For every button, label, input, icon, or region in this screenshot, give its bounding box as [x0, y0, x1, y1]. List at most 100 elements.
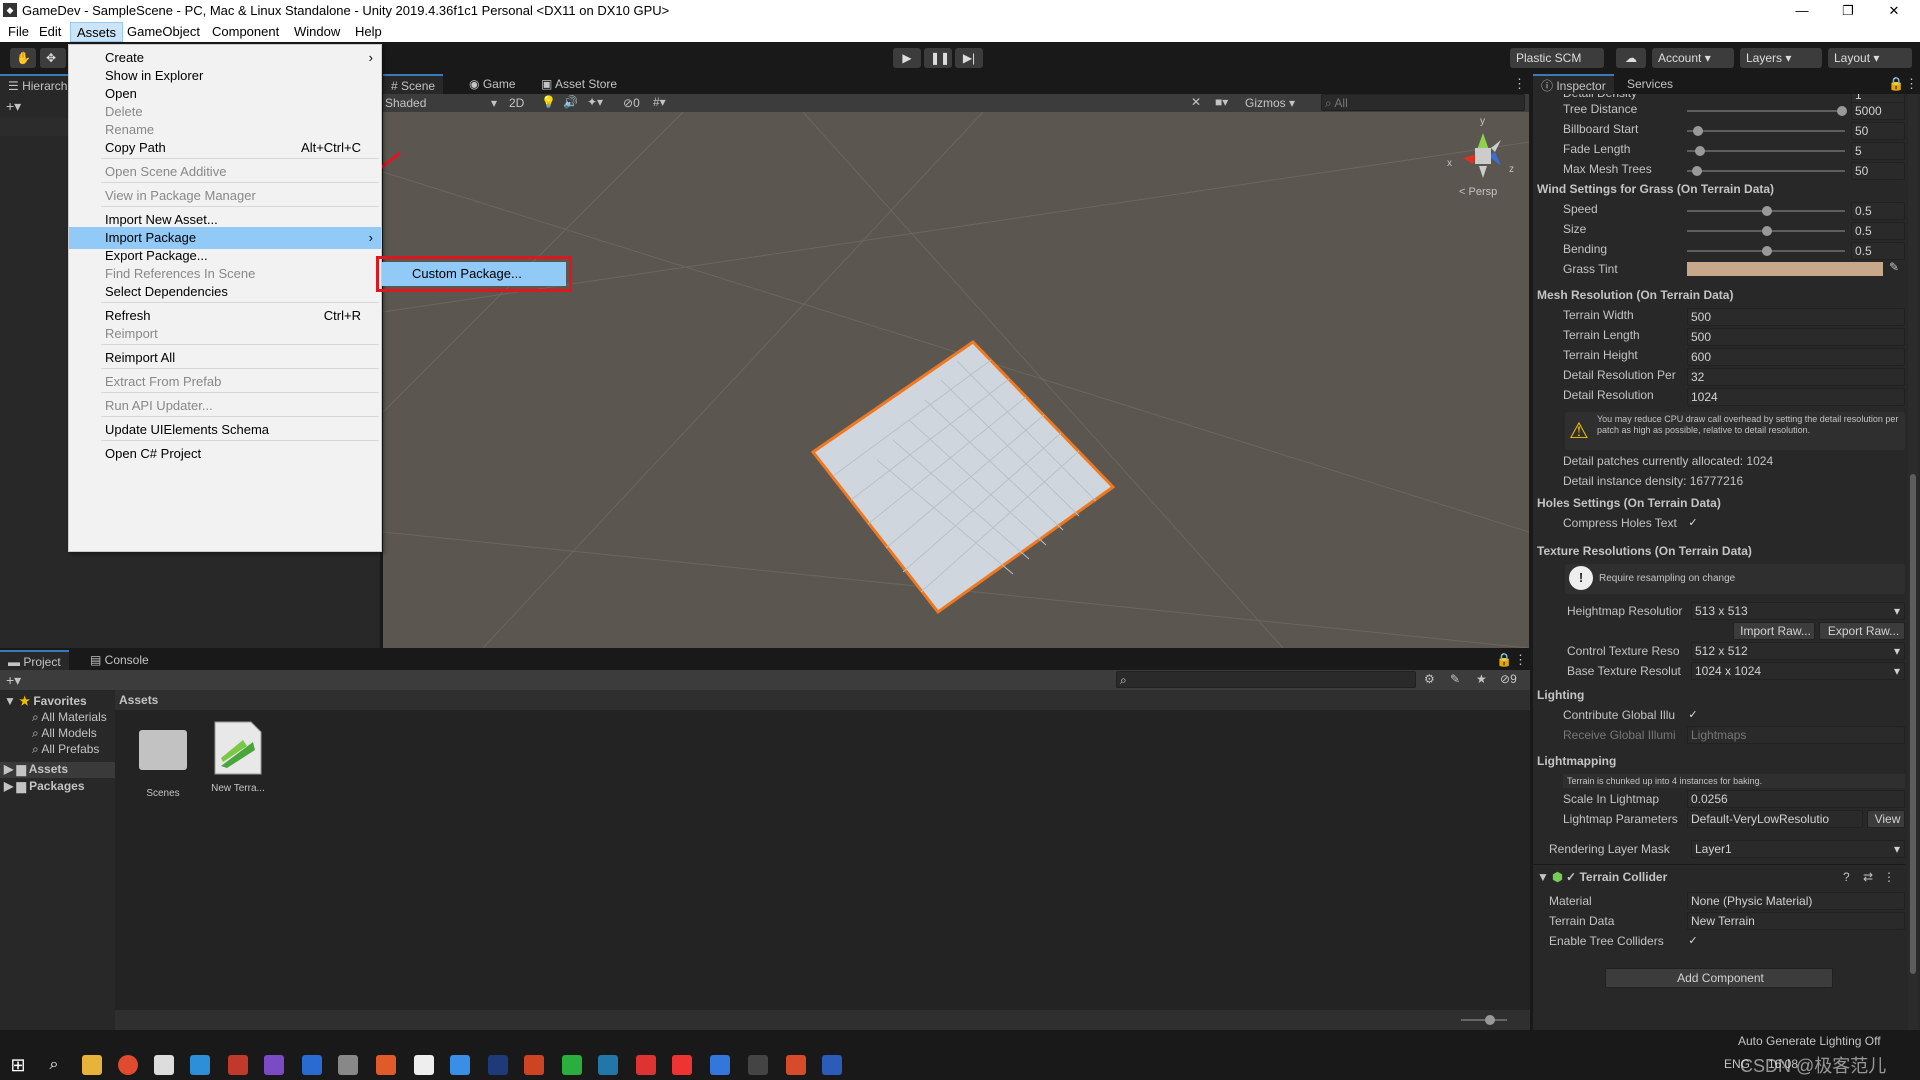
help-icon[interactable]: ?: [1843, 870, 1850, 884]
row-max-mesh-trees-knob[interactable]: [1691, 166, 1702, 176]
menu-item-reimport-all[interactable]: Reimport All: [69, 347, 381, 369]
enable-tree-colliders-checkbox[interactable]: ✓: [1687, 935, 1699, 947]
lock-icon[interactable]: 🔒: [1888, 76, 1904, 92]
view-button[interactable]: View: [1867, 810, 1905, 828]
texture-resolutions-header[interactable]: Texture Resolutions (On Terrain Data): [1537, 544, 1752, 558]
powerpoint-icon[interactable]: [786, 1055, 806, 1075]
base-texture-dropdown[interactable]: 1024 x 1024 ▾: [1691, 662, 1905, 680]
tools-icon[interactable]: ✕: [1191, 95, 1201, 109]
visual-studio-icon[interactable]: [264, 1055, 284, 1075]
row-fade-length-slider[interactable]: [1687, 146, 1845, 156]
project-add-icon[interactable]: +▾: [6, 672, 21, 689]
favorites-row[interactable]: ▼ ★ Favorites: [4, 694, 87, 708]
more-options-icon[interactable]: ⋮: [1513, 76, 1526, 92]
row-tree-distance-value[interactable]: 5000: [1851, 102, 1905, 120]
add-icon[interactable]: +▾: [6, 98, 21, 115]
row-fade-length-knob[interactable]: [1694, 146, 1705, 156]
orientation-gizmo[interactable]: y x z < Persp: [1443, 116, 1523, 208]
tree-packages[interactable]: ▶ ▆ Packages: [4, 779, 85, 793]
hidden-packages-toggle[interactable]: ⊘9: [1500, 672, 1517, 686]
menu-file[interactable]: File: [2, 22, 35, 42]
collider-enabled-checkbox[interactable]: ✓: [1566, 870, 1576, 884]
mesh-row-0-value[interactable]: 500: [1687, 308, 1905, 326]
app-icon-8[interactable]: [598, 1055, 618, 1075]
lightmap-params-dropdown[interactable]: Default-VeryLowResolutio: [1687, 810, 1863, 828]
wind-2-slider[interactable]: [1687, 246, 1845, 256]
hidden-objects-toggle[interactable]: ⊘0: [623, 96, 640, 110]
persp-label[interactable]: < Persp: [1459, 186, 1497, 198]
mesh-row-2-value[interactable]: 600: [1687, 348, 1905, 366]
icon-size-slider[interactable]: [1461, 1019, 1507, 1021]
fav-all-models[interactable]: ⌕ All Models: [32, 726, 97, 741]
wind-2-value[interactable]: 0.5: [1851, 242, 1905, 260]
fav-all-prefabs[interactable]: ⌕ All Prefabs: [32, 742, 99, 757]
menu-item-select-dependencies[interactable]: Select Dependencies: [69, 281, 381, 303]
custom-package-item[interactable]: Custom Package...: [382, 262, 566, 286]
grass-tint-swatch[interactable]: [1687, 262, 1883, 276]
cloud-icon[interactable]: ☁: [1616, 48, 1646, 68]
project-menu-icon[interactable]: ⋮: [1514, 652, 1527, 668]
contribute-gi-checkbox[interactable]: ✓: [1687, 709, 1699, 721]
app-icon-1[interactable]: [154, 1055, 174, 1075]
row-max-mesh-trees-value[interactable]: 50: [1851, 162, 1905, 180]
rendering-layer-mask-dropdown[interactable]: Layer1 ▾: [1691, 840, 1905, 858]
app-icon-10[interactable]: [672, 1055, 692, 1075]
icon-size-knob[interactable]: [1485, 1015, 1495, 1025]
tab-inspector[interactable]: ⓘ Inspector: [1533, 74, 1614, 94]
wind-0-slider[interactable]: [1687, 206, 1845, 216]
lighting-header[interactable]: Lighting: [1537, 688, 1584, 702]
add-component-button[interactable]: Add Component: [1605, 968, 1833, 988]
lighting-toggle-icon[interactable]: 💡: [541, 95, 556, 109]
wind-1-slider[interactable]: [1687, 226, 1845, 236]
component-menu-icon[interactable]: ⋮: [1883, 870, 1895, 884]
layers-dropdown[interactable]: Layers ▾: [1740, 48, 1822, 68]
project-search-input[interactable]: ⌕: [1116, 671, 1416, 688]
tab-asset-store[interactable]: ▣ Asset Store: [533, 74, 625, 94]
holes-settings-header[interactable]: Holes Settings (On Terrain Data): [1537, 496, 1721, 510]
menu-help[interactable]: Help: [349, 22, 388, 42]
row-tree-distance-slider[interactable]: [1687, 106, 1847, 116]
tab-hierarchy[interactable]: ☰ Hierarch: [0, 74, 76, 94]
menu-component[interactable]: Component: [206, 22, 285, 42]
play-button[interactable]: ▶: [893, 48, 921, 68]
app-icon-4[interactable]: [302, 1055, 322, 1075]
hand-tool-icon[interactable]: ✋: [10, 48, 36, 68]
effects-toggle-icon[interactable]: ✦▾: [587, 95, 603, 109]
breadcrumb[interactable]: Assets: [119, 693, 158, 707]
mesh-row-1-value[interactable]: 500: [1687, 328, 1905, 346]
tab-game[interactable]: ◉ Game: [461, 74, 524, 94]
menu-window[interactable]: Window: [288, 22, 346, 42]
inspector-scrollbar[interactable]: [1908, 94, 1918, 1030]
tab-project[interactable]: ▬ Project: [0, 650, 69, 670]
scene-search-input[interactable]: ⌕ All: [1321, 94, 1525, 111]
wechat-icon[interactable]: [562, 1055, 582, 1075]
wind-1-knob[interactable]: [1762, 226, 1772, 236]
app-icon-5[interactable]: [338, 1055, 358, 1075]
word-icon[interactable]: [822, 1055, 842, 1075]
app-icon-7[interactable]: [450, 1055, 470, 1075]
close-button[interactable]: ✕: [1872, 0, 1916, 22]
wind-1-value[interactable]: 0.5: [1851, 222, 1905, 240]
app-icon-9[interactable]: [636, 1055, 656, 1075]
wind-0-value[interactable]: 0.5: [1851, 202, 1905, 220]
mesh-resolution-header[interactable]: Mesh Resolution (On Terrain Data): [1537, 288, 1733, 302]
row-tree-distance-knob[interactable]: [1837, 106, 1847, 116]
wind-2-knob[interactable]: [1762, 246, 1772, 256]
menu-item-open-c-project[interactable]: Open C# Project: [69, 443, 381, 465]
layout-dropdown[interactable]: Layout ▾: [1828, 48, 1912, 68]
row-billboard-start-slider[interactable]: [1687, 126, 1845, 136]
gizmos-dropdown[interactable]: Gizmos ▾: [1245, 96, 1295, 110]
mesh-row-4-value[interactable]: 1024: [1687, 388, 1905, 406]
app-icon-2[interactable]: [190, 1055, 210, 1075]
import-raw-button[interactable]: Import Raw...: [1733, 622, 1815, 640]
step-button[interactable]: ▶|: [955, 48, 983, 68]
terrain-plane[interactable]: [810, 340, 1116, 615]
lightmapping-header[interactable]: Lightmapping: [1537, 754, 1616, 768]
file-explorer-icon[interactable]: [82, 1055, 102, 1075]
minimize-button[interactable]: —: [1780, 0, 1824, 22]
move-tool-icon[interactable]: ✥: [40, 48, 66, 68]
app-icon-6[interactable]: [376, 1055, 396, 1075]
menu-assets[interactable]: Assets: [70, 22, 124, 42]
lighting-status[interactable]: Auto Generate Lighting Off: [1738, 1034, 1881, 1048]
heightmap-dropdown[interactable]: 513 x 513 ▾: [1691, 602, 1905, 620]
